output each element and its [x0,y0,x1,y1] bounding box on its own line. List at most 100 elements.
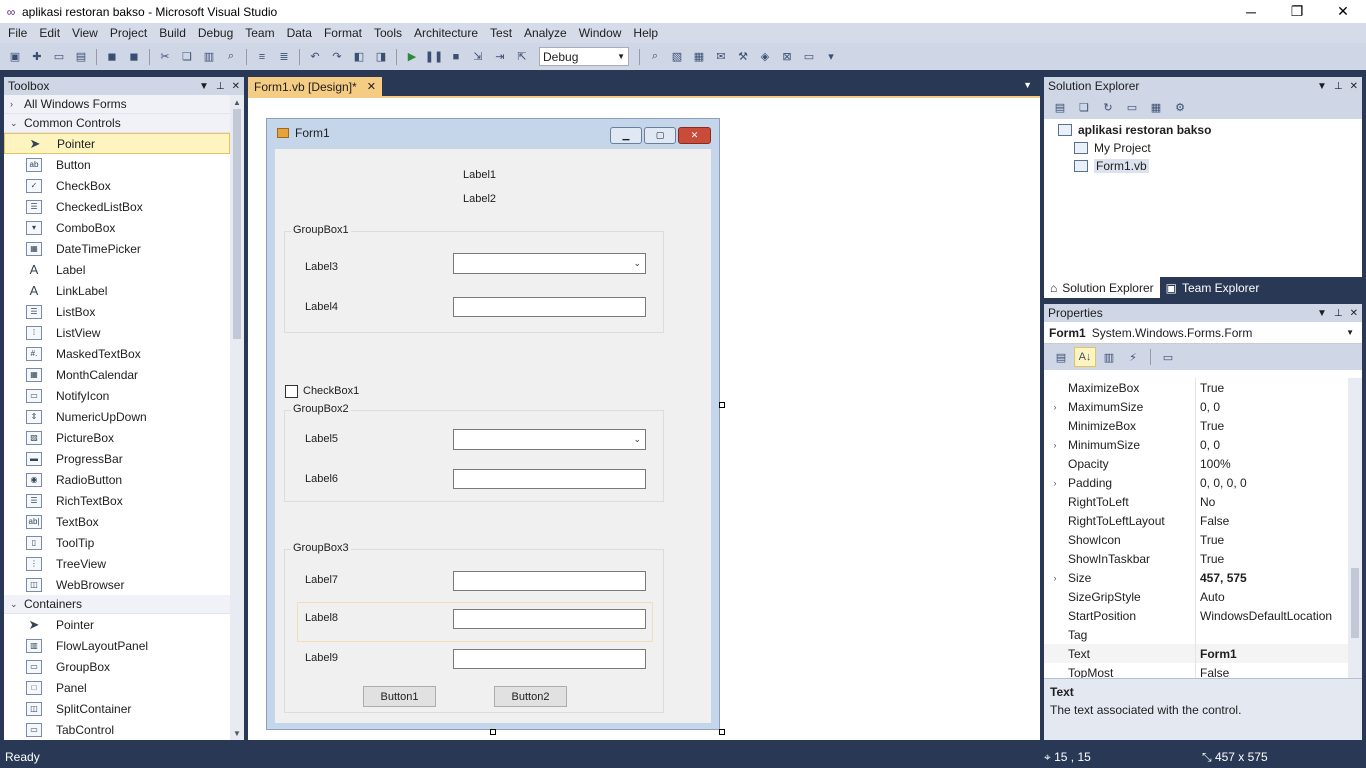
groupbox3[interactable]: GroupBox3 Label7 Label8 Label9 Button1 B… [284,542,664,713]
step-into-icon[interactable]: ⇲ [467,47,489,67]
panel-menu-icon[interactable]: ▼ [1317,81,1327,92]
close-icon[interactable]: ✕ [1350,308,1358,319]
property-row-minimumsize[interactable]: › MinimumSize 0, 0 [1044,435,1348,454]
toolbox-item-tooltip[interactable]: ▯ ToolTip [4,532,230,553]
object-browser-icon[interactable]: ✉ [710,47,732,67]
toolbox-item-splitcontainer[interactable]: ◫ SplitContainer [4,698,230,719]
property-value[interactable]: WindowsDefaultLocation [1196,606,1348,625]
property-row-maximizebox[interactable]: MaximizeBox True [1044,378,1348,397]
paste-icon[interactable]: ▥ [198,47,220,67]
property-row-size[interactable]: › Size 457, 575 [1044,568,1348,587]
extension-manager-icon[interactable]: ◈ [754,47,776,67]
menu-view[interactable]: View [66,23,104,43]
copy-icon[interactable]: ❏ [176,47,198,67]
property-value[interactable]: No [1196,492,1348,511]
pin-icon[interactable]: ⊥ [216,81,225,92]
scrollbar-thumb[interactable] [1351,568,1359,638]
stop-icon[interactable]: ■ [445,47,467,67]
open-file-icon[interactable]: ▭ [48,47,70,67]
toolbox-item-groupbox[interactable]: ▭ GroupBox [4,656,230,677]
scroll-down-icon[interactable]: ▼ [230,726,244,740]
tree-item-my-project[interactable]: My Project [1044,139,1362,157]
toolbox-item-notifyicon[interactable]: ▭ NotifyIcon [4,385,230,406]
step-out-icon[interactable]: ⇱ [511,47,533,67]
textbox3[interactable] [453,571,646,591]
tree-item-form1[interactable]: Form1.vb [1044,157,1362,175]
uncomment-icon[interactable]: ≣ [273,47,295,67]
find-icon[interactable]: ⌕ [220,47,242,67]
view-code-icon[interactable]: ▭ [1122,97,1142,117]
toolbox-item-richtextbox[interactable]: ☰ RichTextBox [4,490,230,511]
property-value[interactable]: False [1196,511,1348,530]
close-tab-icon[interactable]: ✕ [367,80,376,93]
save-all-icon[interactable]: ◼ [123,47,145,67]
undo-icon[interactable]: ↶ [304,47,326,67]
toolbox-item-textbox[interactable]: ab| TextBox [4,511,230,532]
property-row-topmost[interactable]: TopMost False [1044,663,1348,678]
property-pages-icon[interactable]: ▭ [1157,347,1179,367]
toolbox-item-panel[interactable]: □ Panel [4,677,230,698]
button2[interactable]: Button2 [494,686,567,707]
expand-icon[interactable]: › [1044,435,1066,454]
toolbox-item-tabcontrol[interactable]: ▭ TabControl [4,719,230,740]
menu-build[interactable]: Build [153,23,192,43]
property-value[interactable]: True [1196,549,1348,568]
menu-architecture[interactable]: Architecture [408,23,484,43]
label2[interactable]: Label2 [463,193,496,205]
property-value[interactable]: Auto [1196,587,1348,606]
properties-icon[interactable]: ▤ [1050,97,1070,117]
panel-menu-icon[interactable]: ▼ [1317,308,1327,319]
property-value[interactable]: False [1196,663,1348,679]
minimize-button[interactable]: ─ [1228,0,1274,23]
panel-menu-icon[interactable]: ▼ [199,81,209,92]
menu-file[interactable]: File [2,23,33,43]
toolbox-item-label[interactable]: A Label [4,259,230,280]
alphabetical-icon[interactable]: A↓ [1074,347,1096,367]
scroll-up-icon[interactable]: ▲ [230,95,244,109]
categorized-icon[interactable]: ▤ [1050,347,1072,367]
property-row-text[interactable]: Text Form1 [1044,644,1348,663]
menu-team[interactable]: Team [239,23,280,43]
tree-item-project[interactable]: aplikasi restoran bakso [1044,121,1362,139]
toolbox-item-numericupdown[interactable]: ⇕ NumericUpDown [4,406,230,427]
combobox2[interactable]: ⌄ [453,429,646,450]
solution-configuration-dropdown[interactable]: Debug ▼ [539,47,629,66]
step-over-icon[interactable]: ⇥ [489,47,511,67]
expand-icon[interactable]: › [1044,397,1066,416]
pause-icon[interactable]: ❚❚ [423,47,445,67]
property-value[interactable]: 0, 0 [1196,435,1348,454]
resize-handle-right[interactable] [719,402,725,408]
property-value[interactable]: True [1196,378,1348,397]
tab-form1-design[interactable]: Form1.vb [Design]* ✕ [248,77,382,96]
pin-icon[interactable]: ⊥ [1334,308,1343,319]
category-common-controls[interactable]: ⌄ Common Controls [4,114,230,133]
events-icon[interactable]: ⚡ [1122,347,1144,367]
toolbox-item-combobox[interactable]: ▾ ComboBox [4,217,230,238]
property-row-righttoleft[interactable]: RightToLeft No [1044,492,1348,511]
toolbox-item-radiobutton[interactable]: ◉ RadioButton [4,469,230,490]
category-all-windows-forms[interactable]: › All Windows Forms [4,95,230,114]
toolbox-item-checkbox[interactable]: ✓ CheckBox [4,175,230,196]
toolbox-item-listview[interactable]: ⁞ ListView [4,322,230,343]
close-button[interactable]: ✕ [1320,0,1366,23]
start-debug-icon[interactable]: ▶ [401,47,423,67]
menu-test[interactable]: Test [484,23,518,43]
scrollbar-thumb[interactable] [233,109,241,339]
textbox5[interactable] [453,649,646,669]
expand-icon[interactable]: › [1044,568,1066,587]
properties-window-icon[interactable]: ▦ [688,47,710,67]
toolbox-item-monthcalendar[interactable]: ▦ MonthCalendar [4,364,230,385]
find-in-files-icon[interactable]: ⌕ [644,47,666,67]
toolbox-item-progressbar[interactable]: ▬ ProgressBar [4,448,230,469]
groupbox2[interactable]: GroupBox2 Label5 ⌄ Label6 [284,403,664,502]
category-containers[interactable]: ⌄ Containers [4,595,230,614]
groupbox1[interactable]: GroupBox1 Label3 ⌄ Label4 [284,224,664,333]
property-row-sizegripstyle[interactable]: SizeGripStyle Auto [1044,587,1348,606]
new-project-icon[interactable]: ▣ [4,47,26,67]
property-row-padding[interactable]: › Padding 0, 0, 0, 0 [1044,473,1348,492]
comment-icon[interactable]: ≡ [251,47,273,67]
checkbox1-label[interactable]: CheckBox1 [303,385,359,397]
document-dropdown-icon[interactable]: ▼ [1023,80,1032,90]
label8[interactable]: Label8 [305,612,338,624]
property-value[interactable]: 457, 575 [1196,568,1348,587]
